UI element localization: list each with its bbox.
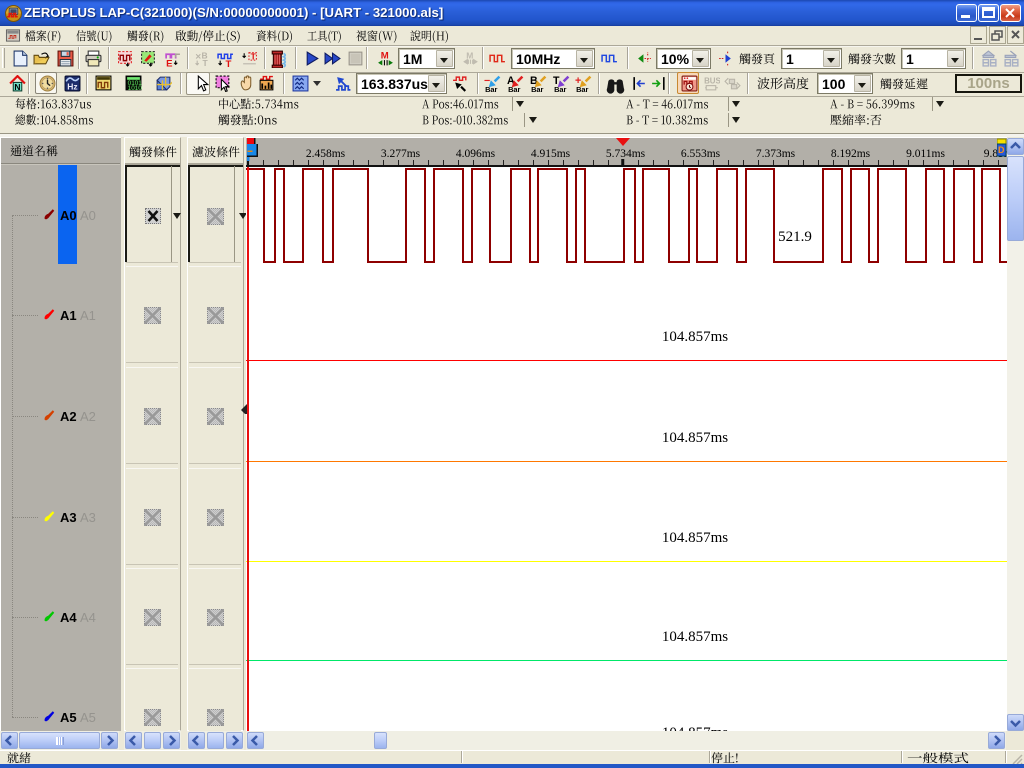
- svg-text:N: N: [14, 82, 20, 92]
- svg-text:1010: 1010: [128, 85, 142, 92]
- svg-text:Bar: Bar: [531, 85, 543, 92]
- svg-text:Bar: Bar: [485, 85, 497, 92]
- svg-text:BUS: BUS: [704, 77, 720, 86]
- svg-text:T: T: [251, 52, 257, 62]
- svg-text:Hz: Hz: [67, 81, 77, 91]
- svg-text:T: T: [226, 59, 232, 67]
- svg-text:T: T: [203, 58, 209, 67]
- svg-text:Bar: Bar: [554, 85, 566, 92]
- svg-text:Bar: Bar: [508, 85, 520, 92]
- svg-text:E: E: [166, 58, 172, 67]
- svg-text:M: M: [381, 51, 389, 62]
- svg-text:Bar: Bar: [576, 85, 588, 92]
